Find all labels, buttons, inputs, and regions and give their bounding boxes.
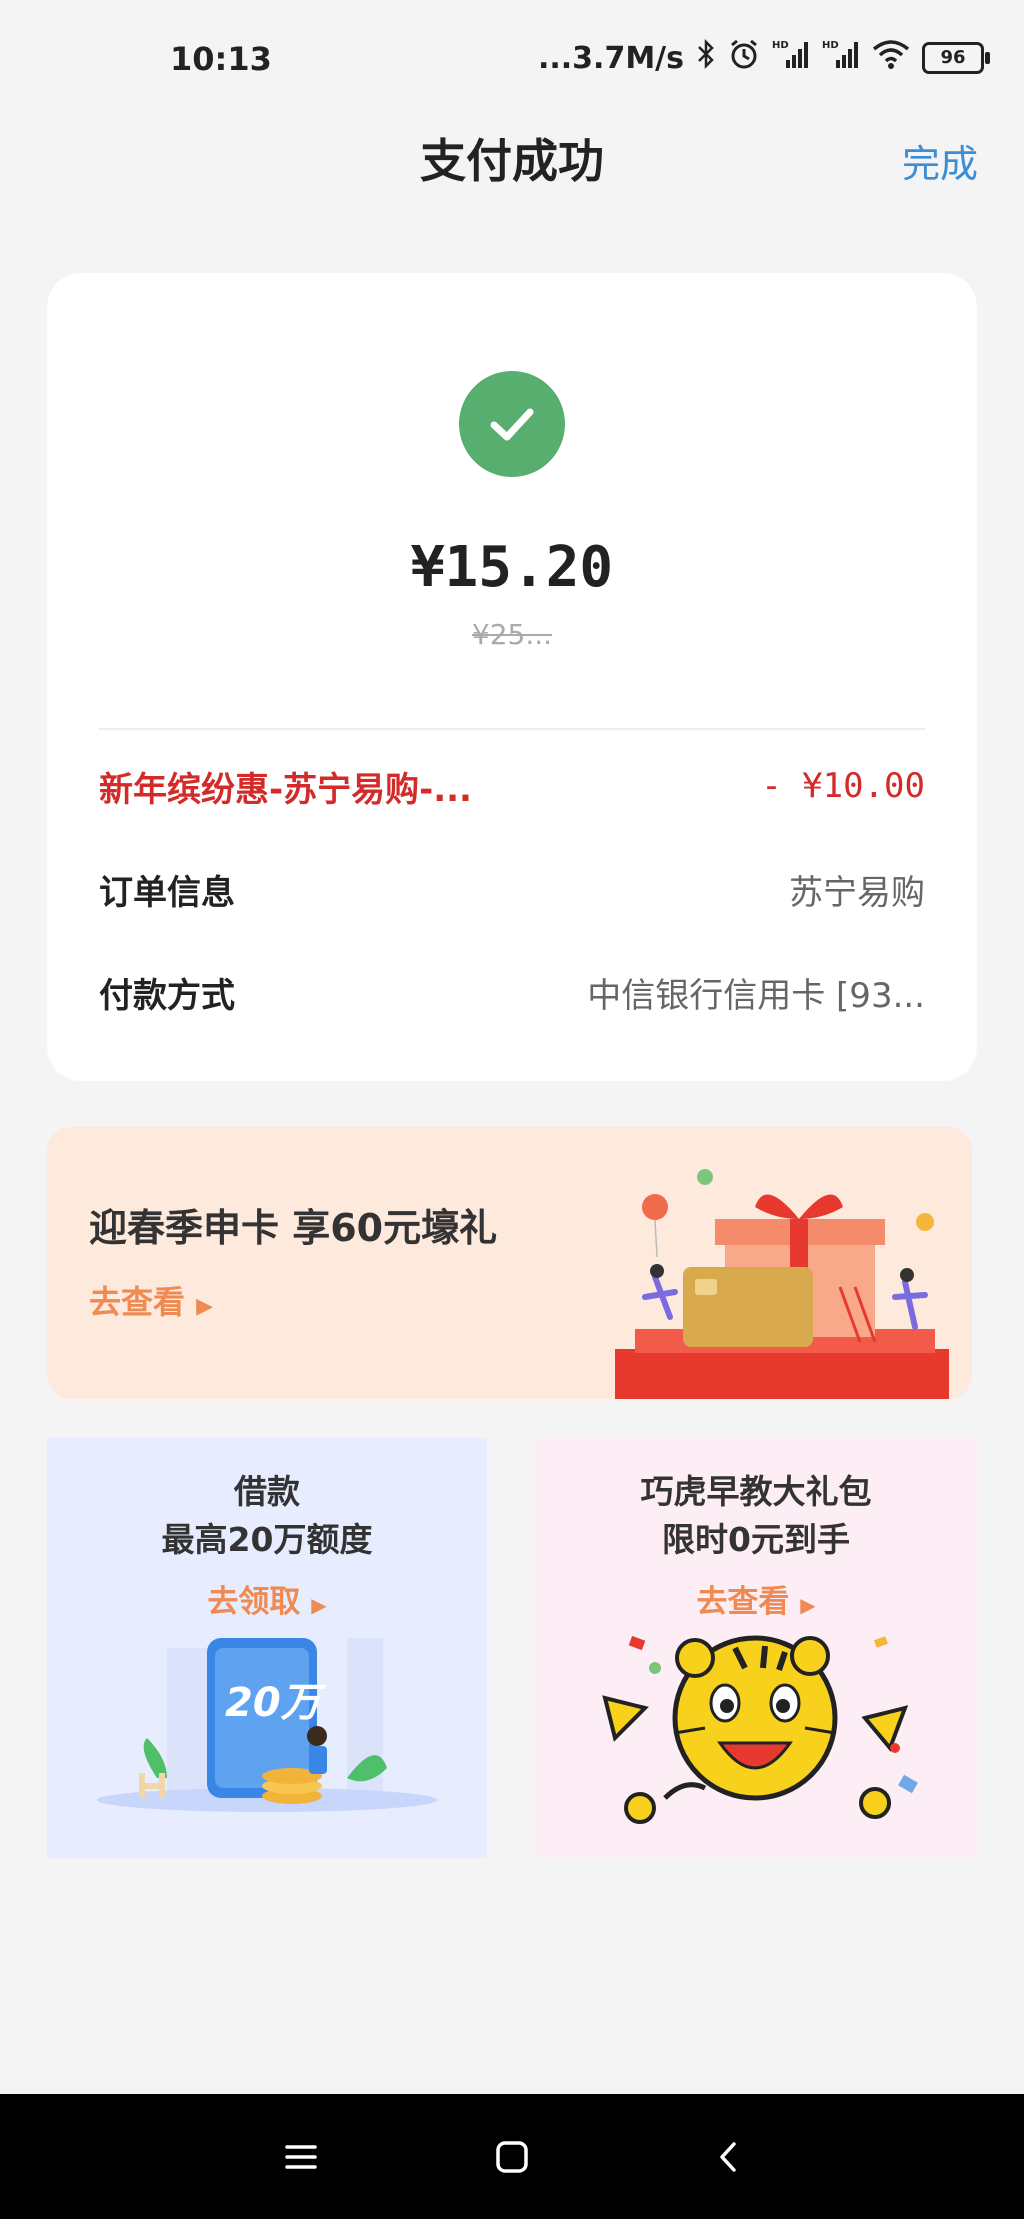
loan-promo-card[interactable]: 借款 最高20万额度 去领取 ▶ 20万 xyxy=(47,1438,487,1858)
discount-label: 新年缤纷惠-苏宁易购-... xyxy=(99,769,472,810)
wifi-icon xyxy=(872,39,910,77)
payment-method-value: 中信银行信用卡 [93... xyxy=(587,975,925,1016)
tiger-mascot-illustration xyxy=(602,1635,918,1824)
back-icon[interactable] xyxy=(706,2134,752,2180)
banner-link[interactable]: 去查看 ▶ xyxy=(89,1277,213,1323)
education-promo-link[interactable]: 去查看 ▶ xyxy=(535,1576,977,1621)
signal-hd-icon: HD xyxy=(772,38,810,78)
alarm-icon xyxy=(728,38,760,78)
order-info-row[interactable]: 订单信息 苏宁易购 xyxy=(99,859,925,919)
paid-amount: ¥15.20 xyxy=(410,535,614,600)
loan-promo-title-line1: 借款 xyxy=(234,1472,300,1511)
loan-badge: 20万 xyxy=(225,1680,328,1726)
menu-icon[interactable] xyxy=(278,2134,324,2180)
network-speed: ...3.7M/s xyxy=(537,40,684,76)
triangle-right-icon: ▶ xyxy=(196,1294,214,1319)
status-time: 10:13 xyxy=(170,40,272,78)
bluetooth-icon xyxy=(696,38,716,78)
svg-text:HD: HD xyxy=(822,40,839,51)
education-promo-title-line2: 限时0元到手 xyxy=(662,1520,850,1559)
discount-row: 新年缤纷惠-苏宁易购-... - ¥10.00 xyxy=(99,756,925,816)
original-amount: ¥25... xyxy=(471,618,553,651)
divider xyxy=(99,728,925,730)
payment-method-label: 付款方式 xyxy=(99,975,235,1016)
triangle-right-icon: ▶ xyxy=(311,1593,327,1617)
credit-card-banner[interactable]: 迎春季申卡 享60元壕礼 去查看 ▶ xyxy=(47,1127,972,1399)
education-promo-link-label: 去查看 xyxy=(696,1584,790,1620)
status-bar: 10:13 ...3.7M/s HD HD 96 xyxy=(0,0,1024,120)
loan-promo-title-line2: 最高20万额度 xyxy=(161,1520,373,1559)
banner-title: 迎春季申卡 享60元壕礼 xyxy=(89,1206,498,1250)
education-promo-title: 巧虎早教大礼包 限时0元到手 xyxy=(535,1468,977,1564)
signal-hd-icon: HD xyxy=(822,38,860,78)
check-icon xyxy=(459,371,565,477)
discount-value: - ¥10.00 xyxy=(761,766,925,806)
loan-promo-link-label: 去领取 xyxy=(207,1584,301,1620)
svg-text:HD: HD xyxy=(772,40,789,51)
triangle-right-icon: ▶ xyxy=(800,1593,816,1617)
page-title: 支付成功 xyxy=(420,134,604,188)
order-info-label: 订单信息 xyxy=(99,872,235,913)
done-button[interactable]: 完成 xyxy=(902,133,978,188)
education-promo-card[interactable]: 巧虎早教大礼包 限时0元到手 去查看 ▶ xyxy=(535,1438,977,1858)
loan-promo-title: 借款 最高20万额度 xyxy=(47,1468,487,1564)
payment-result-card: ¥15.20 ¥25... 新年缤纷惠-苏宁易购-... - ¥10.00 订单… xyxy=(47,273,977,1081)
system-nav-bar xyxy=(0,2094,1024,2219)
education-promo-title-line1: 巧虎早教大礼包 xyxy=(640,1472,872,1511)
loan-promo-link[interactable]: 去领取 ▶ xyxy=(47,1576,487,1621)
gift-card-illustration xyxy=(615,1169,949,1399)
status-icons: ...3.7M/s HD HD 96 xyxy=(537,38,990,78)
battery-icon: 96 xyxy=(922,42,990,74)
payment-method-row[interactable]: 付款方式 中信银行信用卡 [93... xyxy=(99,962,925,1022)
order-info-value: 苏宁易购 xyxy=(789,872,925,913)
home-icon[interactable] xyxy=(489,2134,535,2180)
banner-link-label: 去查看 xyxy=(89,1283,186,1321)
phone-coins-illustration: 20万 xyxy=(97,1638,437,1812)
